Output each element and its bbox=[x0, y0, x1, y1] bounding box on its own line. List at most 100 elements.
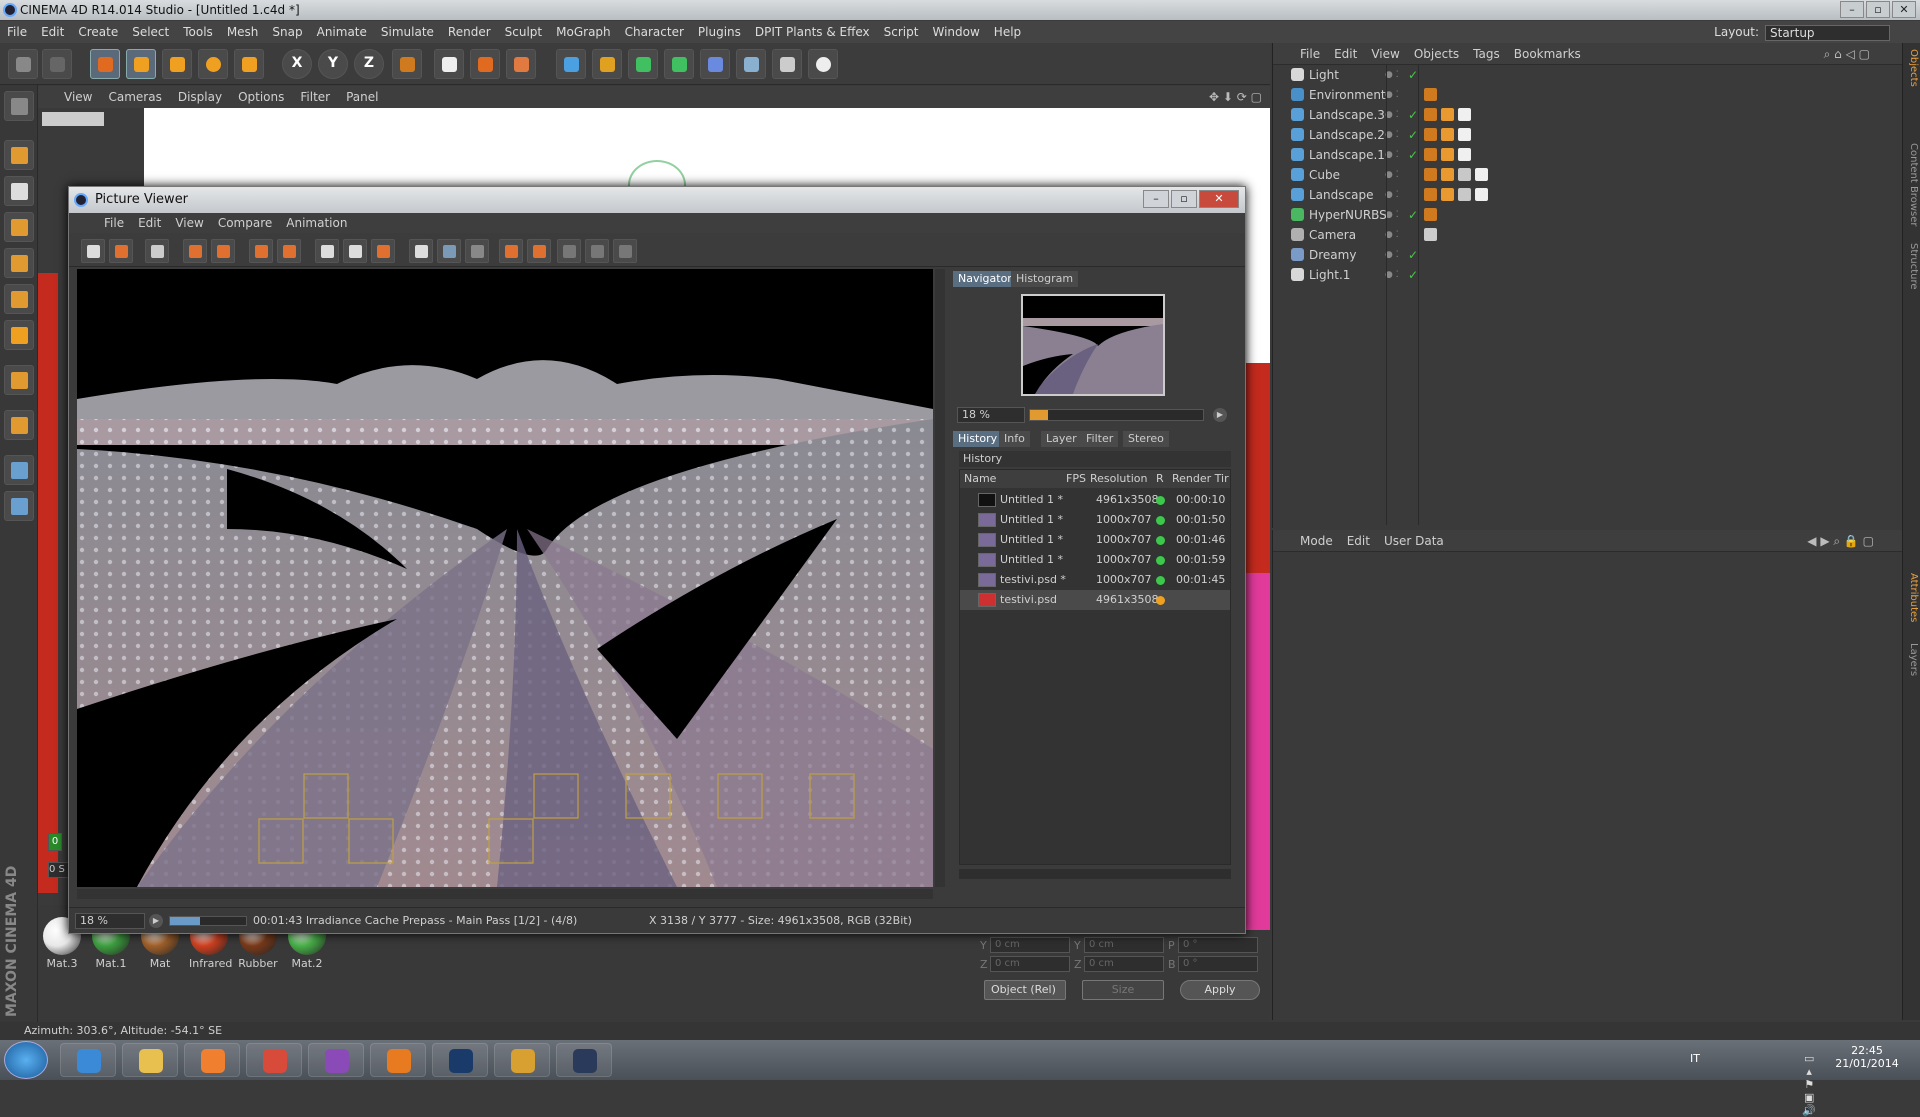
coord-size-dropdown[interactable]: Size bbox=[1082, 980, 1164, 1000]
tag-icon[interactable] bbox=[1424, 108, 1437, 121]
photoshop-taskbar-button[interactable] bbox=[432, 1043, 488, 1077]
paste-icon[interactable] bbox=[277, 239, 301, 263]
object-row-light-1[interactable]: Light.1 ● ⁚ ✓ bbox=[1273, 265, 1903, 285]
tab-filter[interactable]: Filter bbox=[1081, 431, 1119, 447]
viewport-menu-cameras[interactable]: Cameras bbox=[100, 86, 169, 108]
menu-snap[interactable]: Snap bbox=[265, 21, 309, 43]
visibility-dots-icon[interactable]: ● ⁚ bbox=[1385, 165, 1399, 185]
menu-file[interactable]: File bbox=[0, 21, 34, 43]
cinema4d-taskbar-button[interactable] bbox=[556, 1043, 612, 1077]
tag-icon[interactable] bbox=[1458, 188, 1471, 201]
tag-icon[interactable] bbox=[1441, 108, 1454, 121]
object-row-cube[interactable]: Cube ● ⁚ bbox=[1273, 165, 1903, 185]
x-axis-icon[interactable]: X bbox=[282, 49, 312, 79]
pv-menu-compare[interactable]: Compare bbox=[211, 213, 279, 233]
enabled-check-icon[interactable]: ✓ bbox=[1408, 265, 1418, 285]
enabled-check-icon[interactable]: ✓ bbox=[1408, 145, 1418, 165]
start-button[interactable] bbox=[4, 1041, 48, 1079]
object-row-landscape-3[interactable]: Landscape.3 ● ⁚ ✓ bbox=[1273, 105, 1903, 125]
menu-mesh[interactable]: Mesh bbox=[220, 21, 266, 43]
side-tab-objects[interactable]: Objects bbox=[1905, 49, 1919, 87]
coord-mode-dropdown[interactable]: Object (Rel) bbox=[984, 980, 1066, 1000]
side-tab-content-browser[interactable]: Content Browser bbox=[1905, 143, 1919, 226]
compare-icon[interactable] bbox=[409, 239, 433, 263]
apply-button[interactable]: Apply bbox=[1180, 980, 1260, 1000]
image-horizontal-scrollbar[interactable] bbox=[77, 889, 933, 899]
tab-info[interactable]: Info bbox=[999, 431, 1030, 447]
navigator-zoom-slider[interactable] bbox=[1029, 409, 1204, 421]
menu-script[interactable]: Script bbox=[877, 21, 926, 43]
menu-simulate[interactable]: Simulate bbox=[374, 21, 441, 43]
layout-dropdown[interactable]: Startup bbox=[1765, 24, 1890, 41]
tag-icon[interactable] bbox=[1475, 188, 1488, 201]
object-row-hypernurbs[interactable]: HyperNURBS ● ⁚ ✓ bbox=[1273, 205, 1903, 225]
camera-icon[interactable] bbox=[772, 49, 802, 79]
full-icon[interactable] bbox=[343, 239, 367, 263]
z-axis-icon[interactable]: Z bbox=[354, 49, 384, 79]
snapshot-icon[interactable] bbox=[371, 239, 395, 263]
tag-icon[interactable] bbox=[1424, 128, 1437, 141]
object-row-landscape-2[interactable]: Landscape.2 ● ⁚ ✓ bbox=[1273, 125, 1903, 145]
timeline-frame-field[interactable]: 0 bbox=[48, 833, 62, 851]
cube-icon[interactable] bbox=[556, 49, 586, 79]
menu-select[interactable]: Select bbox=[125, 21, 176, 43]
history-row[interactable]: Untitled 1 * 4961x3508 00:00:10 bbox=[960, 490, 1230, 510]
edges-mode-icon[interactable] bbox=[4, 284, 34, 314]
history-row[interactable]: Untitled 1 * 1000x707 00:01:46 bbox=[960, 530, 1230, 550]
visibility-dots-icon[interactable]: ● ⁚ bbox=[1385, 85, 1399, 105]
tray-icons[interactable]: ▭ ▴ ⚑ ▣ 🔊 bbox=[1802, 1052, 1822, 1117]
object-row-camera[interactable]: Camera ● ⁚ bbox=[1273, 225, 1903, 245]
history-row[interactable]: testivi.psd * 1000x707 00:01:45 bbox=[960, 570, 1230, 590]
magnet-icon[interactable] bbox=[4, 410, 34, 440]
attribute-menu-user-data[interactable]: User Data bbox=[1377, 530, 1451, 552]
navigator-zoom-play-icon[interactable]: ▶ bbox=[1213, 408, 1227, 422]
scale-icon[interactable] bbox=[162, 49, 192, 79]
save-icon[interactable] bbox=[109, 239, 133, 263]
visibility-dots-icon[interactable]: ● ⁚ bbox=[1385, 205, 1399, 225]
visibility-dots-icon[interactable]: ● ⁚ bbox=[1385, 245, 1399, 265]
pv-menu-view[interactable]: View bbox=[168, 213, 210, 233]
rotate-icon[interactable] bbox=[198, 49, 228, 79]
axis-mode-icon[interactable] bbox=[4, 365, 34, 395]
col-name[interactable]: Name bbox=[964, 470, 996, 488]
pv-maximize-button[interactable]: ▫ bbox=[1171, 190, 1197, 208]
y-axis-icon[interactable]: Y bbox=[318, 49, 348, 79]
object-menu-view[interactable]: View bbox=[1364, 43, 1406, 65]
attribute-menu-edit[interactable]: Edit bbox=[1340, 530, 1377, 552]
tag-icon[interactable] bbox=[1424, 188, 1437, 201]
select-icon[interactable] bbox=[90, 49, 120, 79]
firefox-taskbar-button[interactable] bbox=[370, 1043, 426, 1077]
tag-icon[interactable] bbox=[1424, 148, 1437, 161]
enabled-check-icon[interactable]: ✓ bbox=[1408, 205, 1418, 225]
array-icon[interactable] bbox=[664, 49, 694, 79]
tag-icon[interactable] bbox=[1441, 128, 1454, 141]
viewport-menu-options[interactable]: Options bbox=[230, 86, 292, 108]
coord-field[interactable]: 0 cm bbox=[990, 937, 1070, 953]
menu-sculpt[interactable]: Sculpt bbox=[498, 21, 549, 43]
difference-icon[interactable] bbox=[585, 239, 609, 263]
side-tab-structure[interactable]: Structure bbox=[1905, 243, 1919, 290]
visibility-dots-icon[interactable]: ● ⁚ bbox=[1385, 65, 1399, 85]
object-menu-objects[interactable]: Objects bbox=[1407, 43, 1466, 65]
coord-field[interactable]: 0 cm bbox=[1084, 937, 1164, 953]
explorer-taskbar-button[interactable] bbox=[122, 1043, 178, 1077]
set-b-icon[interactable] bbox=[527, 239, 551, 263]
menu-edit[interactable]: Edit bbox=[34, 21, 71, 43]
nurbs-icon[interactable] bbox=[628, 49, 658, 79]
menu-plugins[interactable]: Plugins bbox=[691, 21, 748, 43]
tag-icon[interactable] bbox=[1441, 168, 1454, 181]
col-render-time[interactable]: Render Tir bbox=[1172, 470, 1229, 488]
status-play-icon[interactable]: ▶ bbox=[149, 914, 163, 928]
tag-icon[interactable] bbox=[1458, 128, 1471, 141]
make-editable-icon[interactable] bbox=[4, 91, 34, 121]
viewport-menu-filter[interactable]: Filter bbox=[292, 86, 338, 108]
enabled-check-icon[interactable]: ✓ bbox=[1408, 245, 1418, 265]
visibility-dots-icon[interactable]: ● ⁚ bbox=[1385, 105, 1399, 125]
tab-history[interactable]: History bbox=[953, 431, 1003, 447]
coord-field[interactable]: 0 ° bbox=[1178, 956, 1258, 972]
navigator-zoom-field[interactable]: 18 % bbox=[957, 407, 1025, 423]
object-menu-edit[interactable]: Edit bbox=[1327, 43, 1364, 65]
visibility-dots-icon[interactable]: ● ⁚ bbox=[1385, 185, 1399, 205]
side-tab-layers[interactable]: Layers bbox=[1905, 643, 1919, 676]
visibility-dots-icon[interactable]: ● ⁚ bbox=[1385, 265, 1399, 285]
